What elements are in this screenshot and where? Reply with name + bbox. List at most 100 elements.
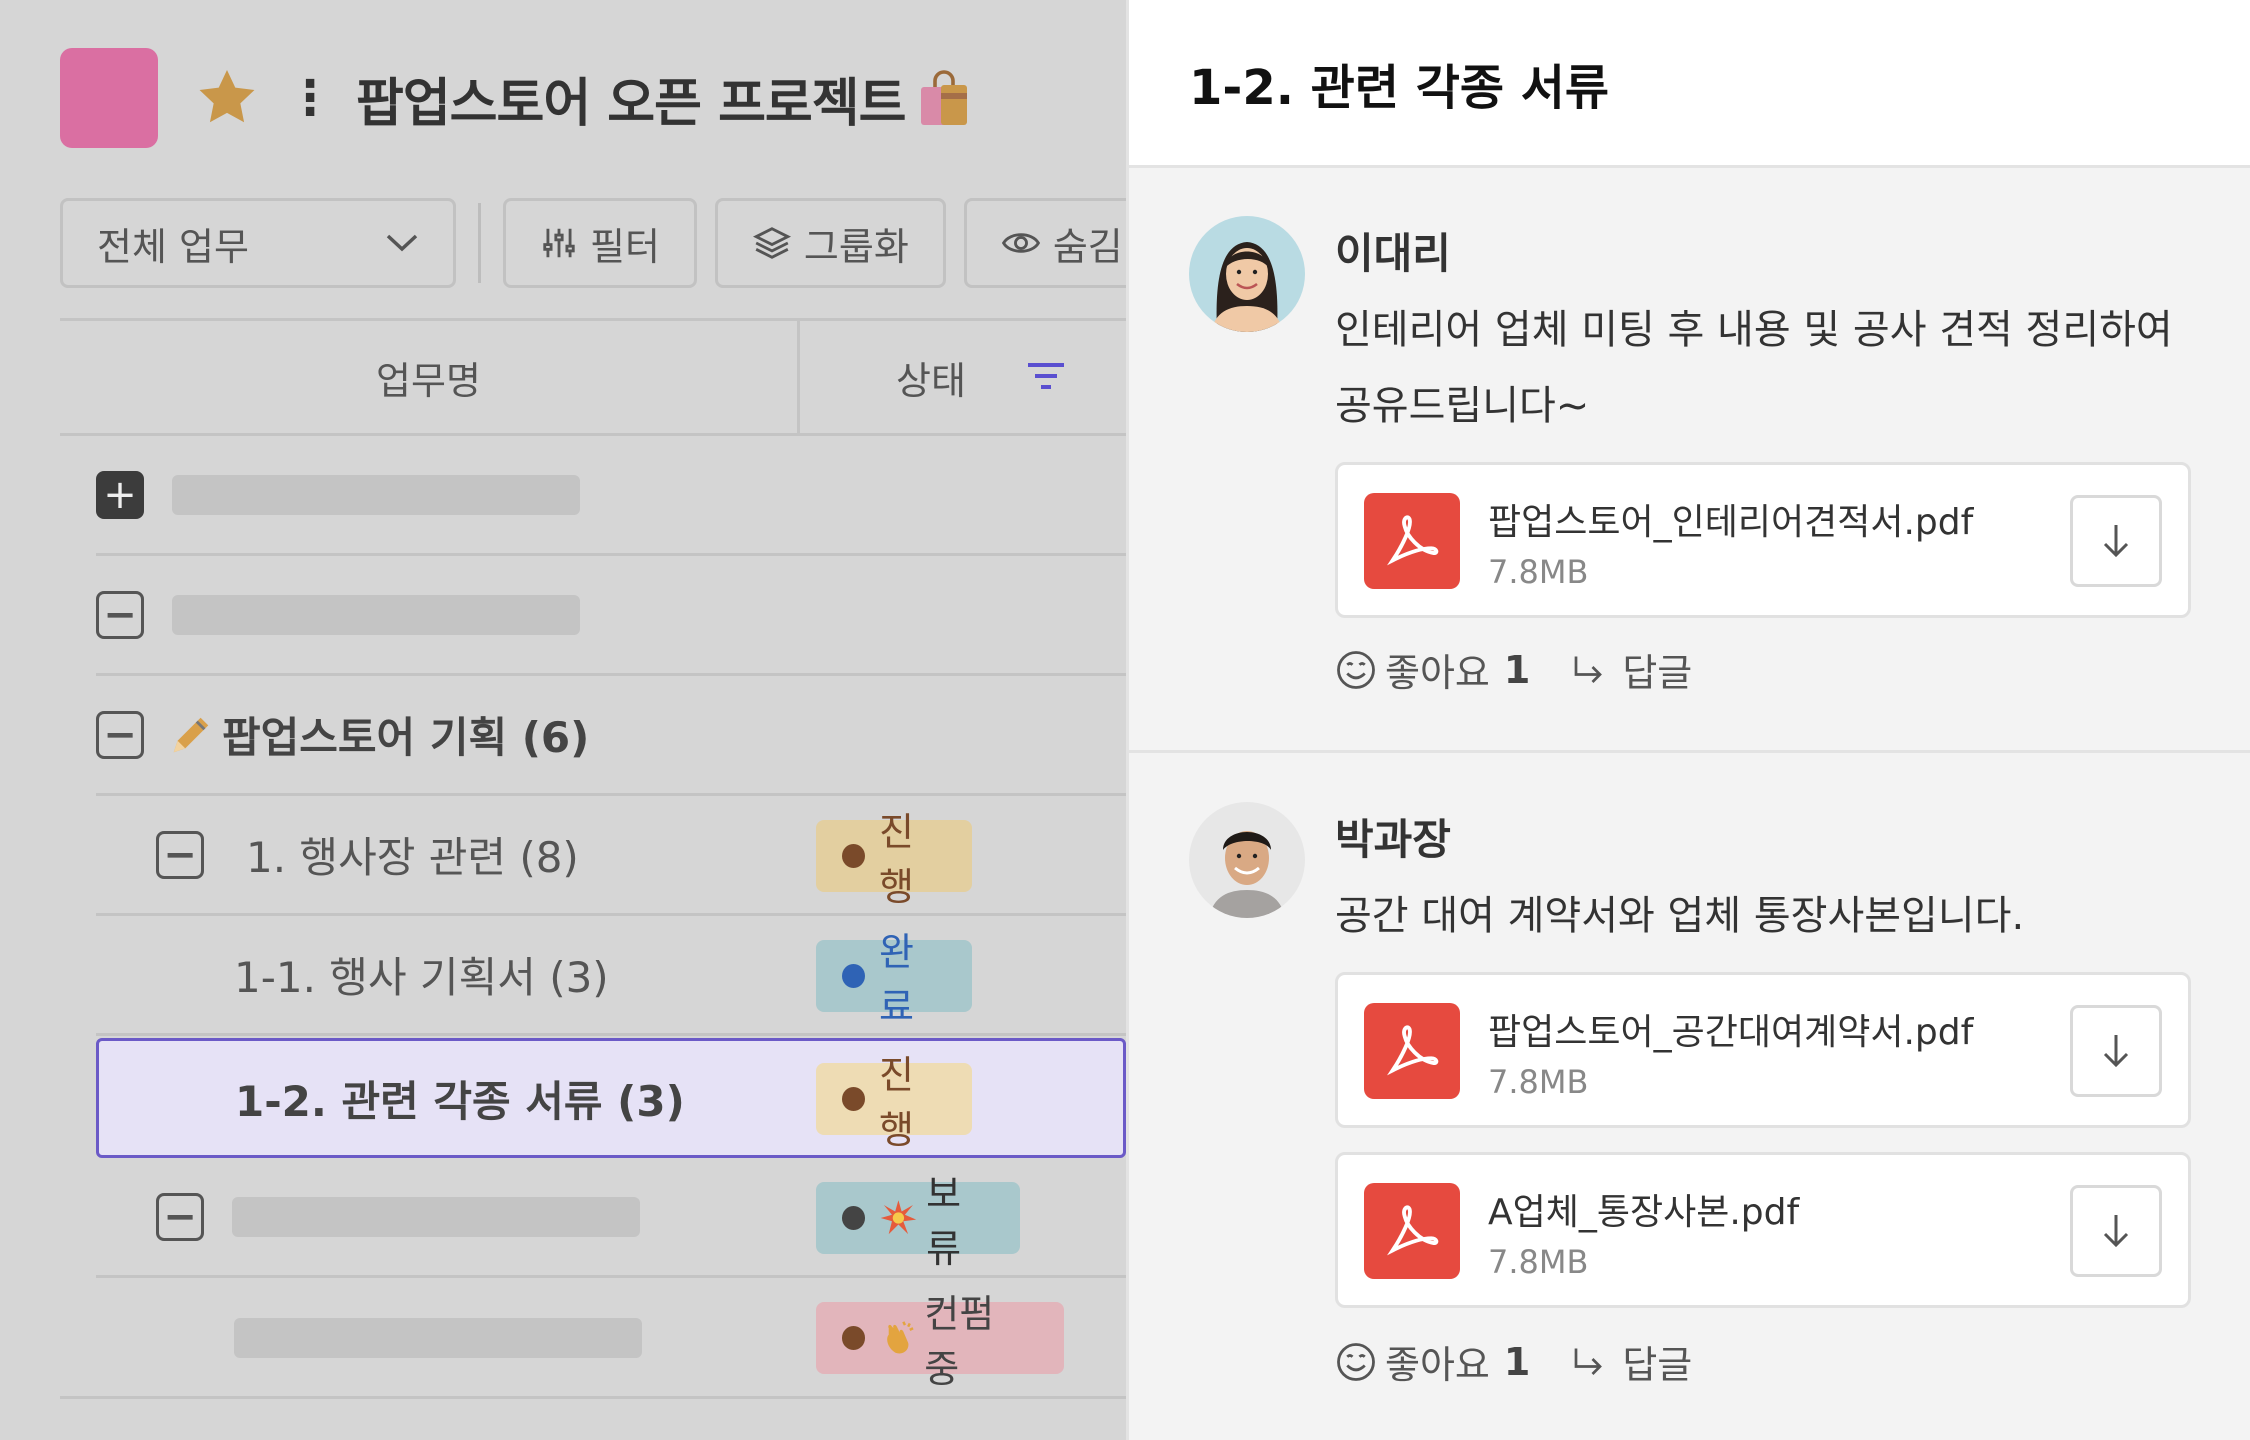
reply-arrow-icon (1574, 1348, 1603, 1375)
collapse-minus-icon[interactable]: − (96, 710, 144, 759)
reply-button[interactable]: 답글 (1570, 642, 1692, 697)
collapse-minus-icon[interactable]: − (156, 1192, 204, 1241)
status-badge[interactable]: 컨펌 중 (816, 1292, 1064, 1391)
pdf-icon (1364, 493, 1460, 589)
table-row[interactable]: 컨펌 중 (96, 1278, 1126, 1398)
file-size: 7.8MB (1488, 1243, 1589, 1281)
placeholder-bar (172, 474, 580, 515)
filter-label: 필터 (590, 224, 660, 269)
reply-label: 답글 (1622, 651, 1693, 695)
reply-arrow-icon (1574, 656, 1603, 683)
column-header-task-name[interactable]: 업무명 (60, 321, 800, 433)
file-attachment[interactable]: 팝업스토어_공간대여계약서.pdf 7.8MB (1335, 972, 2191, 1128)
status-dot (842, 1206, 866, 1230)
clapping-hands-icon (887, 1321, 914, 1354)
kebab-menu-icon[interactable]: ⋮ (286, 70, 334, 126)
file-size: 7.8MB (1488, 1063, 1589, 1101)
collapse-minus-icon[interactable]: − (96, 590, 144, 639)
sort-filter-icon[interactable] (1026, 361, 1066, 393)
chevron-down-icon (386, 234, 418, 252)
pencil-icon (173, 717, 209, 752)
pdf-icon (1364, 1003, 1460, 1099)
comment-author: 박과장 (1335, 815, 1451, 864)
status-label: 완료 (879, 930, 914, 1029)
group-row[interactable]: − 팝업스토어 기획 (6) (96, 676, 1126, 796)
star-icon[interactable] (194, 65, 260, 131)
status-dot (842, 1087, 865, 1111)
download-icon (2103, 1215, 2129, 1248)
group-label: 팝업스토어 기획 (6) (222, 713, 590, 762)
group-button[interactable]: 그룹화 (714, 198, 946, 288)
table-row[interactable]: 1-1. 행사 기획서 (3) 완료 (96, 916, 1126, 1036)
toolbar-divider (478, 203, 481, 283)
avatar[interactable] (1189, 802, 1305, 918)
task-name[interactable]: 1-1. 행사 기획서 (3) (234, 944, 609, 1005)
expand-plus-icon[interactable]: + (96, 470, 144, 519)
table-row[interactable]: + (96, 436, 1126, 556)
table-header: 업무명 상태 (60, 318, 1126, 436)
hide-label: 숨김 (1052, 224, 1123, 269)
project-header: ⋮ 팝업스토어 오픈 프로젝트 (60, 48, 971, 148)
table-row[interactable]: − 보류 (96, 1158, 1126, 1278)
status-dot (842, 964, 865, 988)
hide-button[interactable]: 숨김 (963, 198, 1126, 288)
file-name: 팝업스토어_공간대여계약서.pdf (1488, 1012, 1974, 1053)
comment: 이대리 인테리어 업체 미팅 후 내용 및 공사 견적 정리하여 공유드립니다~… (1189, 216, 2209, 706)
download-button[interactable] (2070, 495, 2162, 587)
comment-actions: 좋아요 1 답글 (1335, 642, 1692, 697)
shopping-bag-icon (917, 69, 971, 127)
placeholder-bar (172, 594, 580, 635)
eye-icon (1001, 233, 1040, 253)
file-size: 7.8MB (1488, 553, 1589, 591)
table-bottom-border (60, 1396, 1126, 1399)
like-button[interactable]: 좋아요 1 (1335, 642, 1530, 697)
status-badge[interactable]: 진행 (816, 1053, 972, 1152)
like-button[interactable]: 좋아요 1 (1335, 1334, 1530, 1389)
table-row[interactable]: − 1. 행사장 관련 (8) 진행 (96, 796, 1126, 916)
view-select-label: 전체 업무 (97, 224, 249, 269)
reply-button[interactable]: 답글 (1570, 1334, 1692, 1389)
smile-icon (1337, 1342, 1375, 1381)
download-button[interactable] (2070, 1005, 2162, 1097)
selected-table-row[interactable]: 1-2. 관련 각종 서류 (3) 진행 (96, 1038, 1126, 1158)
download-button[interactable] (2070, 1185, 2162, 1277)
status-badge[interactable]: 보류 (816, 1172, 1020, 1271)
column-header-status[interactable]: 상태 (800, 321, 1126, 433)
avatar[interactable] (1189, 216, 1305, 332)
comment-author: 이대리 (1335, 229, 1451, 278)
smile-icon (1337, 650, 1375, 689)
comment-divider (1129, 750, 2250, 753)
status-label: 보류 (926, 1172, 962, 1271)
like-label: 좋아요 (1385, 1343, 1490, 1387)
status-badge[interactable]: 진행 (816, 810, 972, 909)
project-color-icon[interactable] (60, 48, 158, 148)
status-label: 진행 (879, 810, 914, 909)
comment-text-line: 공간 대여 계약서와 업체 통장사본입니다. (1335, 893, 2025, 939)
like-label: 좋아요 (1385, 651, 1490, 695)
pdf-icon (1364, 1183, 1460, 1279)
filter-button[interactable]: 필터 (503, 198, 697, 288)
toolbar: 전체 업무 필터 그룹화 숨김 (60, 198, 1126, 288)
task-name[interactable]: 1-2. 관련 각종 서류 (3) (235, 1068, 685, 1129)
status-label: 컨펌 중 (924, 1292, 995, 1391)
status-badge[interactable]: 완료 (816, 930, 972, 1029)
file-name: 팝업스토어_인테리어견적서.pdf (1488, 502, 1974, 543)
filter-sliders-icon (543, 228, 575, 258)
task-name[interactable]: 1. 행사장 관련 (8) (246, 824, 579, 885)
status-dot (842, 1326, 866, 1350)
panel-title: 1-2. 관련 각종 서류 (1129, 0, 2250, 168)
placeholder-bar (232, 1196, 640, 1237)
placeholder-bar (234, 1318, 642, 1358)
task-detail-panel: 1-2. 관련 각종 서류 이대리 인테리어 업체 미팅 후 내용 및 공사 견… (1126, 0, 2250, 1440)
task-list-panel: ⋮ 팝업스토어 오픈 프로젝트 전체 업무 필터 그룹화 숨김 업무명 상태 +… (0, 0, 1126, 1440)
file-attachment[interactable]: 팝업스토어_인테리어견적서.pdf 7.8MB (1335, 462, 2191, 618)
file-attachment[interactable]: A업체_통장사본.pdf 7.8MB (1335, 1152, 2191, 1308)
collision-icon (880, 1200, 917, 1235)
view-select-dropdown[interactable]: 전체 업무 (60, 198, 456, 288)
status-label: 진행 (879, 1053, 914, 1152)
comment-text: 공간 대여 계약서와 업체 통장사본입니다. (1335, 878, 2215, 954)
table-row[interactable]: − (96, 556, 1126, 676)
collapse-minus-icon[interactable]: − (156, 830, 204, 879)
comment: 박과장 공간 대여 계약서와 업체 통장사본입니다. 팝업스토어_공간대여계약서… (1189, 802, 2209, 1402)
comment-text-line: 공유드립니다~ (1335, 383, 1590, 429)
